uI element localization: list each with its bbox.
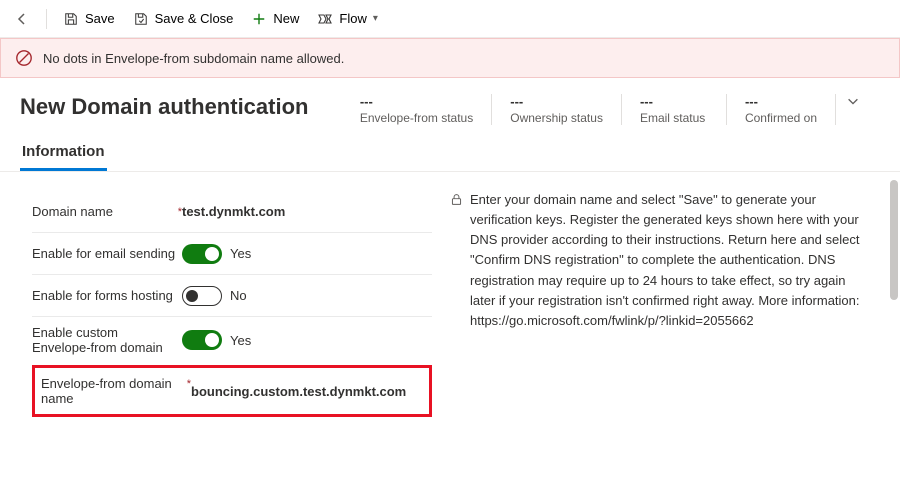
status-label: Ownership status bbox=[510, 111, 603, 125]
command-bar: Save Save & Close New Flow ▾ bbox=[0, 0, 900, 38]
lock-icon bbox=[450, 192, 464, 206]
toggle-switch[interactable] bbox=[182, 244, 222, 264]
scrollbar-thumb[interactable] bbox=[890, 180, 898, 300]
back-icon bbox=[14, 11, 30, 27]
status-ownership: --- Ownership status bbox=[492, 94, 622, 125]
form-content: Domain name test.dynmkt.com Enable for e… bbox=[0, 172, 900, 492]
toggle-switch[interactable] bbox=[182, 330, 222, 350]
status-value: --- bbox=[510, 94, 603, 109]
toggle-value: No bbox=[230, 288, 247, 303]
error-banner: No dots in Envelope-from subdomain name … bbox=[0, 38, 900, 78]
status-label: Email status bbox=[640, 111, 708, 125]
field-enable-forms-hosting[interactable]: Enable for forms hosting No bbox=[32, 274, 432, 316]
status-label: Confirmed on bbox=[745, 111, 817, 125]
form-column: Domain name test.dynmkt.com Enable for e… bbox=[32, 190, 432, 472]
field-envelope-from-domain[interactable]: Envelope-from domain name bouncing.custo… bbox=[32, 365, 432, 417]
toolbar-separator bbox=[46, 9, 47, 29]
save-button[interactable]: Save bbox=[55, 7, 123, 31]
toggle-switch[interactable] bbox=[182, 286, 222, 306]
status-email: --- Email status bbox=[622, 94, 727, 125]
plus-icon bbox=[251, 11, 267, 27]
help-text: Enter your domain name and select "Save"… bbox=[470, 190, 868, 472]
help-panel: Enter your domain name and select "Save"… bbox=[450, 190, 868, 472]
chevron-down-icon: ▾ bbox=[373, 13, 378, 24]
page-title: New Domain authentication bbox=[20, 94, 308, 120]
save-label: Save bbox=[85, 11, 115, 26]
save-icon bbox=[63, 11, 79, 27]
status-value: --- bbox=[745, 94, 817, 109]
toggle-value: Yes bbox=[230, 246, 251, 261]
field-label: Envelope-from domain name bbox=[41, 376, 191, 406]
new-button[interactable]: New bbox=[243, 7, 307, 31]
back-button[interactable] bbox=[6, 7, 38, 31]
status-value: --- bbox=[640, 94, 708, 109]
status-value: --- bbox=[360, 94, 473, 109]
flow-icon bbox=[317, 11, 333, 27]
save-close-button[interactable]: Save & Close bbox=[125, 7, 242, 31]
status-envelope-from: --- Envelope-from status bbox=[342, 94, 492, 125]
status-group: --- Envelope-from status --- Ownership s… bbox=[342, 94, 880, 125]
field-value: bouncing.custom.test.dynmkt.com bbox=[191, 384, 406, 399]
tab-information[interactable]: Information bbox=[20, 135, 107, 171]
error-message: No dots in Envelope-from subdomain name … bbox=[43, 51, 344, 66]
toggle-value: Yes bbox=[230, 333, 251, 348]
flow-button[interactable]: Flow ▾ bbox=[309, 7, 385, 31]
flow-label: Flow bbox=[339, 11, 366, 26]
status-confirmed-on: --- Confirmed on bbox=[727, 94, 836, 125]
field-label: Domain name bbox=[32, 204, 182, 219]
save-close-icon bbox=[133, 11, 149, 27]
field-enable-custom-envelope[interactable]: Enable custom Envelope-from domain Yes bbox=[32, 316, 432, 363]
field-enable-email-sending[interactable]: Enable for email sending Yes bbox=[32, 232, 432, 274]
tab-bar: Information bbox=[0, 135, 900, 172]
new-label: New bbox=[273, 11, 299, 26]
field-label: Enable for email sending bbox=[32, 246, 182, 261]
field-label: Enable for forms hosting bbox=[32, 288, 182, 303]
error-icon bbox=[15, 49, 33, 67]
save-close-label: Save & Close bbox=[155, 11, 234, 26]
expand-status-button[interactable] bbox=[836, 94, 880, 113]
field-label: Enable custom Envelope-from domain bbox=[32, 325, 182, 355]
field-domain-name[interactable]: Domain name test.dynmkt.com bbox=[32, 190, 432, 232]
status-label: Envelope-from status bbox=[360, 111, 473, 125]
page-header: New Domain authentication --- Envelope-f… bbox=[0, 78, 900, 135]
field-value: test.dynmkt.com bbox=[182, 204, 285, 219]
